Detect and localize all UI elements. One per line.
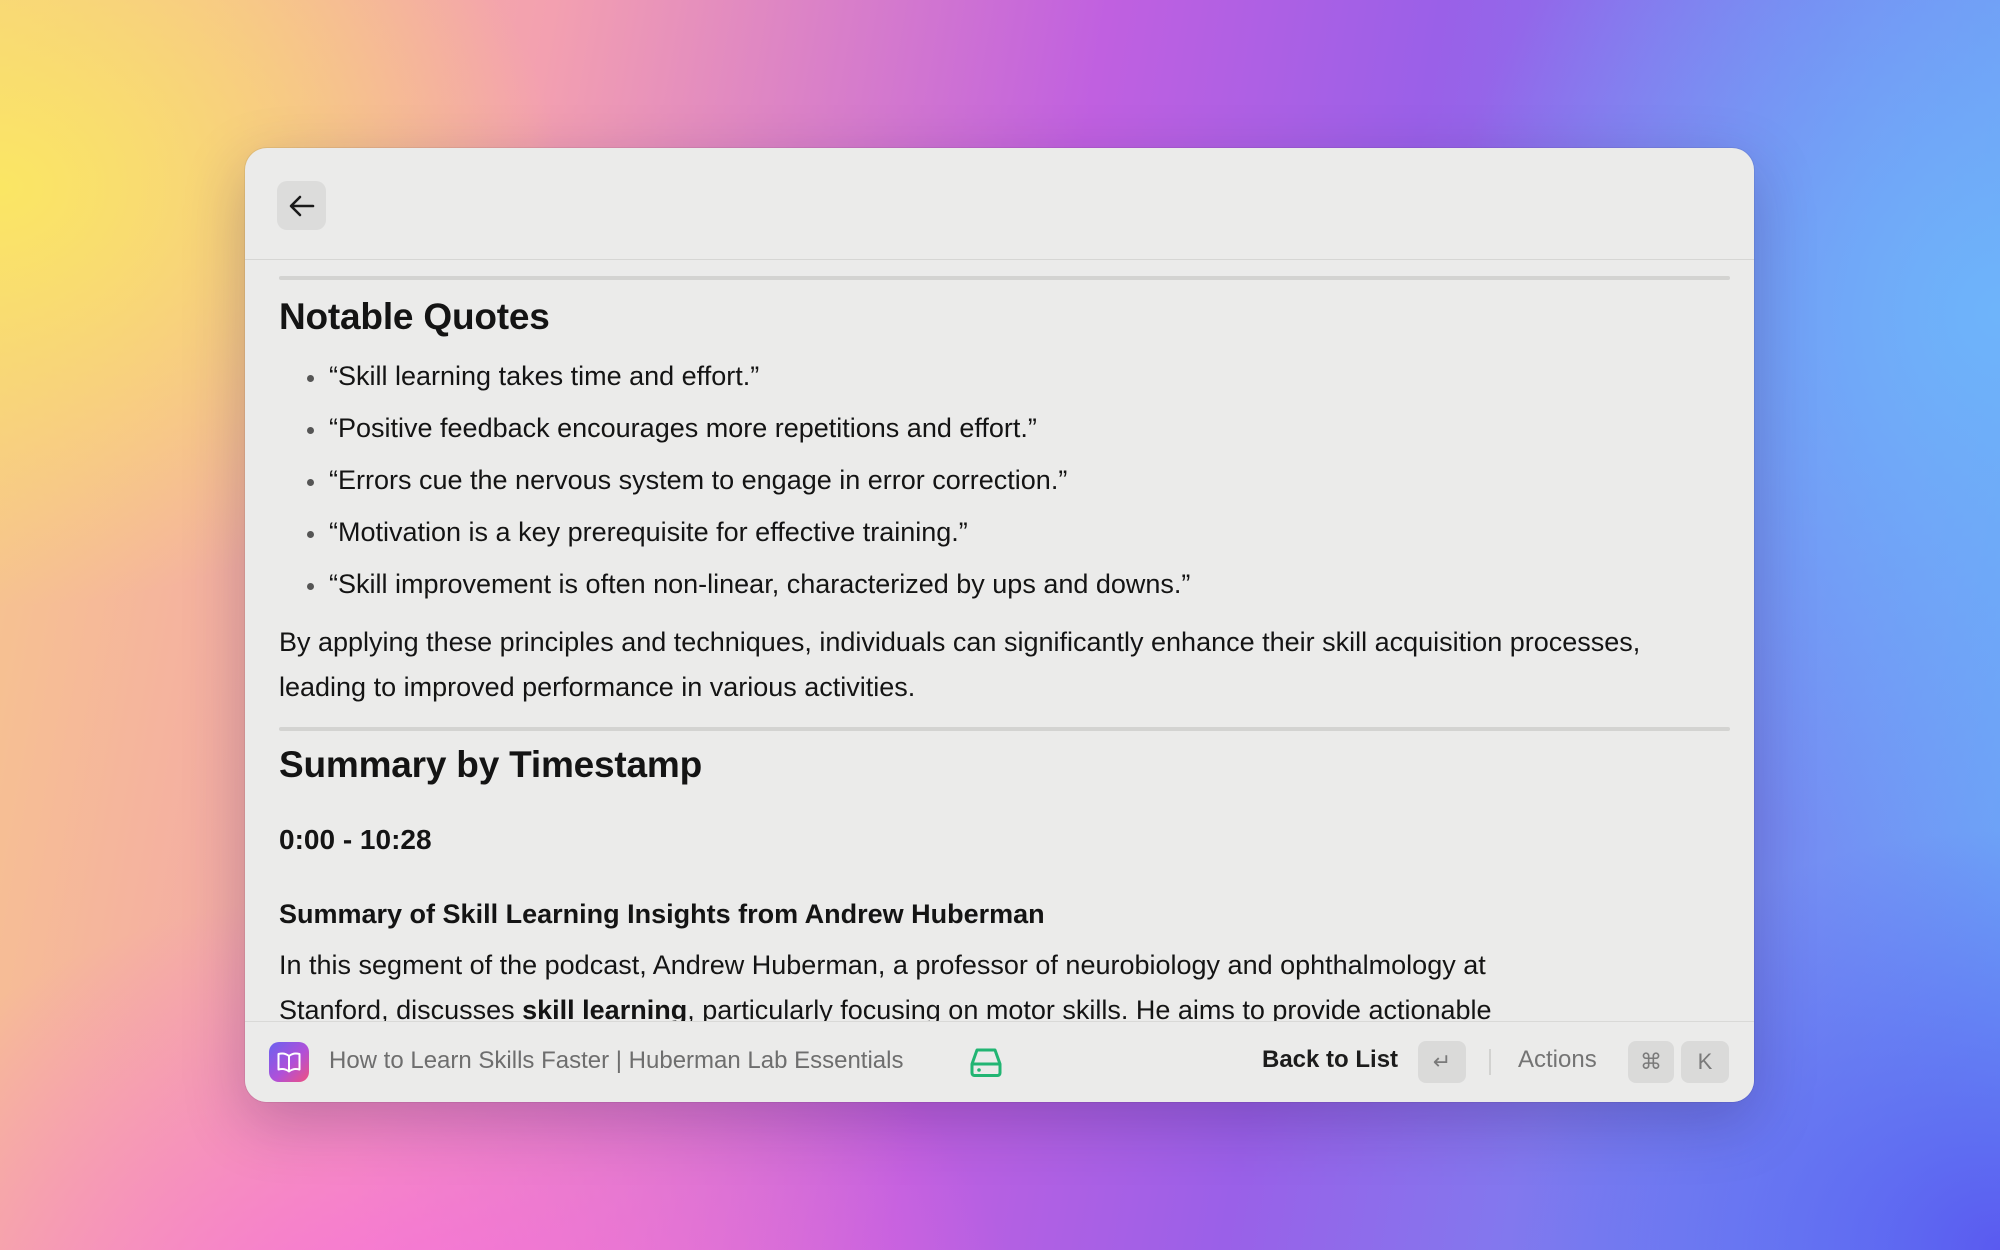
- conclusion-paragraph: By applying these principles and techniq…: [279, 627, 1641, 702]
- list-item: “Positive feedback encourages more repet…: [327, 402, 1730, 454]
- segment-title: Summary of Skill Learning Insights from …: [279, 899, 1045, 929]
- cmd-key-hint: ⌘: [1628, 1041, 1674, 1083]
- window-header: [245, 148, 1754, 260]
- segment-paragraph: In this segment of the podcast, Andrew H…: [279, 943, 1730, 1033]
- k-key-hint: K: [1681, 1041, 1729, 1083]
- timestamp-heading: 0:00 - 10:28: [279, 824, 432, 855]
- back-to-list-action[interactable]: Back to List: [1262, 1046, 1398, 1074]
- divider: [279, 276, 1730, 280]
- book-icon: [269, 1042, 309, 1082]
- back-button[interactable]: [277, 181, 326, 230]
- list-item: “Skill learning takes time and effort.”: [327, 350, 1730, 402]
- enter-key-hint: ↵: [1418, 1041, 1466, 1083]
- section-heading-summary: Summary by Timestamp: [279, 744, 703, 785]
- action-bar: How to Learn Skills Faster | Huberman La…: [245, 1021, 1754, 1102]
- segment-text-line: In this segment of the podcast, Andrew H…: [279, 950, 1486, 980]
- list-item: “Skill improvement is often non-linear, …: [327, 558, 1730, 610]
- actions-button[interactable]: Actions: [1518, 1046, 1597, 1074]
- list-item: “Errors cue the nervous system to engage…: [327, 454, 1730, 506]
- divider: [279, 727, 1730, 731]
- drive-icon: [970, 1048, 1002, 1077]
- list-item: “Motivation is a key prerequisite for ef…: [327, 506, 1730, 558]
- section-heading-quotes: Notable Quotes: [279, 296, 550, 337]
- extension-window: Notable Quotes “Skill learning takes tim…: [245, 148, 1754, 1102]
- detail-content[interactable]: Notable Quotes “Skill learning takes tim…: [279, 260, 1730, 1102]
- quotes-list: “Skill learning takes time and effort.” …: [279, 350, 1730, 610]
- footer-title: How to Learn Skills Faster | Huberman La…: [329, 1047, 904, 1074]
- arrow-left-icon: [289, 195, 314, 216]
- footer-separator: [1489, 1049, 1491, 1075]
